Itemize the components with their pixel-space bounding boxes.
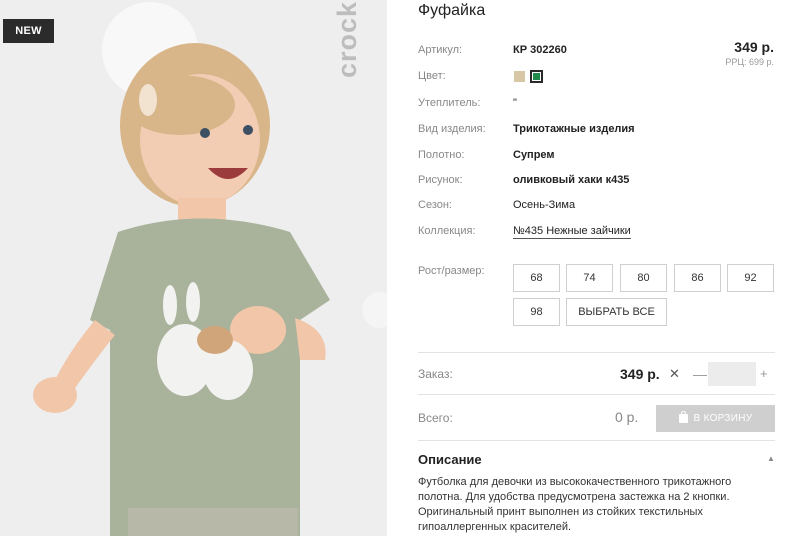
print-label: Рисунок:: [418, 174, 463, 186]
product-details: Фуфайка 349 р. РРЦ: 699 р. Артикул: КР 3…: [387, 0, 800, 536]
product-image[interactable]: NEW crockid: [0, 0, 387, 536]
product-photo-illustration: [0, 0, 387, 536]
color-swatch-green[interactable]: [530, 70, 543, 83]
size-label: Рост/размер:: [418, 265, 485, 277]
size-option-68[interactable]: 68: [513, 264, 560, 292]
order-price: 349 р.: [620, 366, 660, 382]
collapse-chevron-icon[interactable]: ▲: [767, 454, 775, 463]
collection-link-text[interactable]: №435 Нежные зайчики: [513, 225, 631, 239]
fabric-label: Полотно:: [418, 149, 465, 161]
description-title[interactable]: Описание: [418, 452, 482, 467]
total-value: 0 р.: [615, 409, 639, 425]
collection-label: Коллекция:: [418, 225, 476, 237]
select-all-sizes-button[interactable]: ВЫБРАТЬ ВСЕ: [566, 298, 667, 326]
size-option-86[interactable]: 86: [674, 264, 721, 292]
article-label: Артикул:: [418, 44, 463, 56]
shopping-bag-icon: [678, 411, 688, 423]
color-label: Цвет:: [418, 70, 446, 82]
season-value: Осень-Зима: [513, 199, 576, 211]
add-to-cart-label: В КОРЗИНУ: [693, 413, 753, 424]
order-label: Заказ:: [418, 367, 453, 381]
total-label: Всего:: [418, 411, 453, 425]
product-price: 349 р.: [734, 39, 774, 55]
color-swatch-beige[interactable]: [514, 71, 525, 82]
divider: [418, 394, 775, 395]
print-value: оливковый хаки к435: [513, 174, 630, 186]
size-option-80[interactable]: 80: [620, 264, 667, 292]
description-text: Футболка для девочки из высококачественн…: [418, 476, 732, 533]
quantity-input[interactable]: [708, 362, 756, 386]
new-badge: NEW: [3, 19, 54, 43]
size-option-92[interactable]: 92: [727, 264, 774, 292]
increase-quantity-button[interactable]: +: [760, 366, 768, 381]
multiply-icon: ✕: [669, 366, 680, 381]
insulation-label: Утеплитель:: [418, 97, 481, 109]
add-to-cart-button[interactable]: В КОРЗИНУ: [656, 405, 775, 432]
brand-logo: crockid: [332, 0, 362, 78]
item-type-label: Вид изделия:: [418, 123, 486, 135]
article-value: КР 302260: [513, 44, 567, 56]
size-option-74[interactable]: 74: [566, 264, 613, 292]
insulation-value: ": [513, 97, 517, 109]
fabric-value: Супрем: [513, 149, 555, 161]
size-option-98[interactable]: 98: [513, 298, 560, 326]
season-label: Сезон:: [418, 199, 452, 211]
product-title: Фуфайка: [418, 2, 486, 19]
recommended-price: РРЦ: 699 р.: [725, 57, 774, 67]
item-type-value: Трикотажные изделия: [513, 123, 635, 135]
decrease-quantity-button[interactable]: —: [693, 366, 707, 382]
divider: [418, 352, 775, 353]
collection-link[interactable]: №435 Нежные зайчики: [513, 225, 631, 239]
divider: [418, 440, 775, 441]
